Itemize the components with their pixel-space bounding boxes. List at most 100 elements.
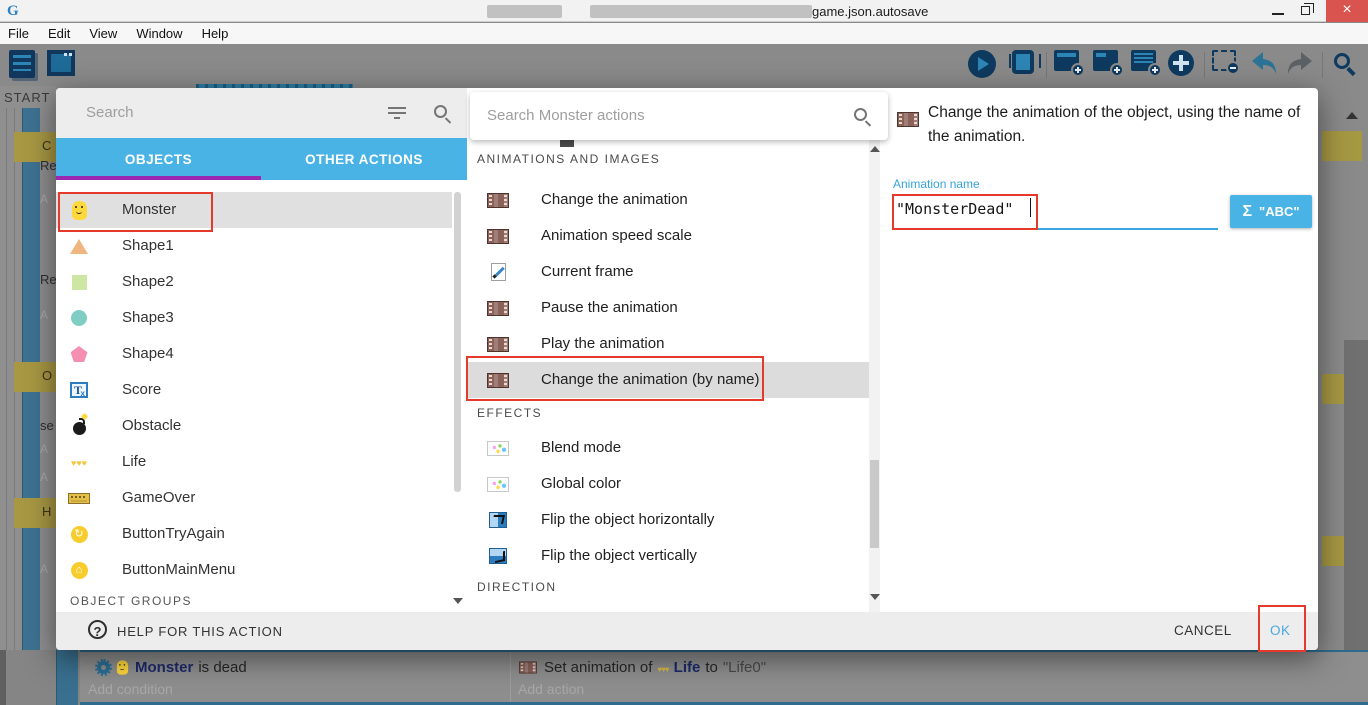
flip-horizontal-icon bbox=[489, 512, 507, 528]
object-label: Shape1 bbox=[122, 237, 174, 254]
search-icon[interactable] bbox=[854, 108, 867, 121]
menu-view[interactable]: View bbox=[89, 26, 117, 41]
scroll-up-icon[interactable] bbox=[1346, 112, 1358, 119]
add-fragment: A bbox=[40, 470, 48, 484]
object-item-buttontryagain[interactable]: ButtonTryAgain bbox=[56, 516, 452, 552]
add-comment-button[interactable] bbox=[1093, 50, 1118, 71]
film-icon bbox=[487, 229, 509, 244]
tab-other-actions[interactable]: OTHER ACTIONS bbox=[261, 138, 467, 180]
banner-icon bbox=[68, 493, 90, 504]
events-sheet-bottom: Monster is dead Add condition Set animat… bbox=[0, 650, 1368, 705]
comment-fragment: H bbox=[42, 504, 51, 519]
actions-search-bar[interactable]: Search Monster actions bbox=[470, 92, 888, 140]
scrollbar-track[interactable] bbox=[1344, 340, 1368, 650]
add-condition-link[interactable]: Add condition bbox=[88, 681, 173, 697]
retry-button-icon bbox=[71, 526, 88, 543]
toolbar-separator bbox=[1322, 52, 1323, 78]
tab-objects[interactable]: OBJECTS bbox=[56, 138, 261, 180]
help-icon[interactable] bbox=[88, 620, 107, 639]
add-fragment: A bbox=[40, 442, 48, 456]
object-item-buttonmainmenu[interactable]: ButtonMainMenu bbox=[56, 552, 452, 588]
gear-icon bbox=[97, 661, 110, 674]
project-manager-button[interactable] bbox=[9, 50, 35, 78]
text-object-icon bbox=[70, 382, 88, 398]
close-button[interactable] bbox=[1326, 0, 1368, 22]
action-item-blend-mode[interactable]: Blend mode bbox=[467, 430, 870, 466]
add-subevent-button[interactable] bbox=[1131, 50, 1156, 71]
expression-builder-button[interactable]: Σ "ABC" bbox=[1230, 195, 1312, 228]
objects-search-placeholder: Search bbox=[86, 104, 134, 121]
actions-scrollbar-thumb[interactable] bbox=[870, 460, 879, 548]
add-fragment: A bbox=[40, 562, 48, 576]
add-event-button[interactable] bbox=[1054, 50, 1079, 71]
action-item-pause-animation[interactable]: Pause the animation bbox=[467, 290, 870, 326]
cancel-button[interactable]: CANCEL bbox=[1174, 623, 1232, 638]
home-button-icon bbox=[71, 562, 88, 579]
restore-button[interactable] bbox=[1301, 6, 1310, 15]
action-item-global-color[interactable]: Global color bbox=[467, 466, 870, 502]
menu-edit[interactable]: Edit bbox=[48, 26, 70, 41]
comment-block bbox=[1322, 131, 1362, 161]
search-events-button[interactable] bbox=[1334, 53, 1350, 69]
condition-line[interactable]: Monster is dead bbox=[97, 657, 247, 677]
action-label: Play the animation bbox=[541, 335, 664, 352]
minimize-button[interactable] bbox=[1272, 13, 1284, 15]
object-item-score[interactable]: Score bbox=[56, 372, 452, 408]
action-value: "Life0" bbox=[723, 659, 766, 676]
active-tab-indicator bbox=[56, 176, 261, 180]
object-groups-header: OBJECT GROUPS bbox=[70, 594, 192, 608]
objects-search-bar[interactable]: Search bbox=[56, 88, 467, 138]
object-item-gameover[interactable]: GameOver bbox=[56, 480, 452, 516]
action-label: Flip the object horizontally bbox=[541, 511, 714, 528]
search-icon[interactable] bbox=[434, 105, 447, 118]
toolbar-separator bbox=[1204, 52, 1205, 78]
film-icon bbox=[519, 661, 537, 673]
frame-edit-icon bbox=[491, 263, 506, 281]
event-row[interactable]: Monster is dead Add condition Set animat… bbox=[80, 650, 1368, 705]
menu-file[interactable]: File bbox=[8, 26, 29, 41]
partially-scrolled-item bbox=[560, 140, 574, 147]
debug-button[interactable] bbox=[1012, 50, 1034, 74]
action-item-change-animation[interactable]: Change the animation bbox=[467, 182, 870, 218]
action-item-animation-speed[interactable]: Animation speed scale bbox=[467, 218, 870, 254]
object-label: GameOver bbox=[122, 489, 195, 506]
redo-button[interactable] bbox=[1285, 50, 1315, 83]
redo-icon bbox=[1285, 50, 1315, 78]
add-fragment: A bbox=[40, 308, 48, 322]
action-label: Current frame bbox=[541, 263, 634, 280]
scene-editor-button[interactable] bbox=[47, 50, 75, 76]
delete-event-button[interactable] bbox=[1212, 50, 1236, 71]
action-item-flip-horizontally[interactable]: Flip the object horizontally bbox=[467, 502, 870, 538]
scroll-down-icon[interactable] bbox=[453, 598, 463, 604]
object-label: Shape3 bbox=[122, 309, 174, 326]
action-item-current-frame[interactable]: Current frame bbox=[467, 254, 870, 290]
object-item-life[interactable]: Life bbox=[56, 444, 452, 480]
filter-icon[interactable] bbox=[388, 107, 406, 119]
menu-window[interactable]: Window bbox=[136, 26, 182, 41]
help-link[interactable]: HELP FOR THIS ACTION bbox=[117, 624, 283, 639]
object-item-obstacle[interactable]: Obstacle bbox=[56, 408, 452, 444]
comment-fragment: C bbox=[42, 138, 51, 153]
scroll-up-icon[interactable] bbox=[870, 146, 880, 152]
action-line[interactable]: Set animation of Life to "Life0" bbox=[517, 657, 766, 677]
object-item-shape1[interactable]: Shape1 bbox=[56, 228, 452, 264]
add-action-link[interactable]: Add action bbox=[518, 681, 584, 697]
events-margin bbox=[0, 650, 6, 705]
menu-help[interactable]: Help bbox=[202, 26, 229, 41]
objects-scrollbar[interactable] bbox=[454, 192, 461, 492]
object-label: ButtonMainMenu bbox=[122, 561, 235, 578]
undo-button[interactable] bbox=[1249, 50, 1279, 83]
gdevelop-logo-icon: G bbox=[7, 3, 23, 19]
toolbar bbox=[0, 44, 1368, 86]
play-button[interactable] bbox=[968, 50, 996, 78]
object-item-shape3[interactable]: Shape3 bbox=[56, 300, 452, 336]
object-label: Shape2 bbox=[122, 273, 174, 290]
add-other-event-button[interactable] bbox=[1168, 50, 1194, 76]
add-fragment: A bbox=[40, 192, 48, 206]
object-item-shape2[interactable]: Shape2 bbox=[56, 264, 452, 300]
dialog-footer: HELP FOR THIS ACTION CANCEL OK bbox=[56, 612, 1318, 650]
title-bar: G game.json.autosave bbox=[0, 0, 1368, 22]
scroll-down-icon[interactable] bbox=[870, 594, 880, 600]
object-item-shape4[interactable]: Shape4 bbox=[56, 336, 452, 372]
action-item-flip-vertically[interactable]: Flip the object vertically bbox=[467, 538, 870, 574]
